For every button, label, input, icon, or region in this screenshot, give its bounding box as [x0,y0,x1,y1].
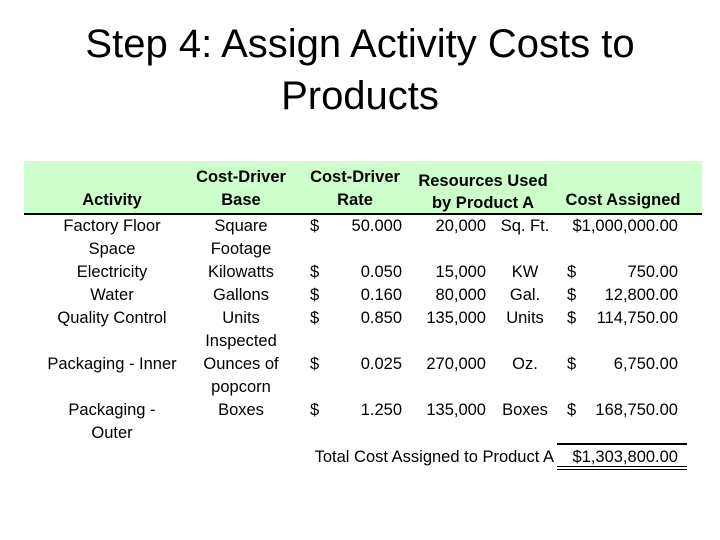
quantity-cell: 135,000 [426,401,486,419]
rate-currency: $ [310,355,320,373]
rate-cell: 1.250 [360,401,402,419]
rate-cell: 0.850 [360,309,402,327]
assigned-currency: $ [567,401,577,419]
total-double-underline-top [557,466,687,467]
quantity-cell: 80,000 [435,286,486,304]
activity-cell: Outer [91,424,133,442]
header-activity: Activity [82,191,142,209]
header-resources-line1: Resources Used [418,172,548,190]
rate-cell: 0.050 [360,263,402,281]
unit-cell: Sq. Ft. [500,217,550,235]
assigned-cell: 6,750.00 [613,355,678,373]
rate-currency: $ [310,286,320,304]
unit-cell: Units [506,309,544,327]
activity-cell: Water [90,286,134,304]
rate-cell: 50.000 [351,217,402,235]
total-top-rule [557,443,687,445]
base-cell: popcorn [211,378,271,396]
assigned-cell: 114,750.00 [596,309,678,327]
activity-cell: Quality Control [57,309,167,327]
assigned-currency: $ [567,286,577,304]
unit-cell: Gal. [509,286,541,304]
assigned-currency: $ [567,263,577,281]
activity-cell: Packaging - [68,401,156,419]
rate-currency: $ [310,401,320,419]
header-base-line2: Base [221,191,261,209]
slide-title-line-1: Step 4: Assign Activity Costs to [85,22,635,66]
base-cell: Square [214,217,268,235]
rate-currency: $ [310,263,320,281]
rate-cell: 0.160 [360,286,402,304]
assigned-cell: 750.00 [627,263,678,281]
total-double-underline-bottom [557,469,687,470]
quantity-cell: 270,000 [426,355,486,373]
slide-title: Step 4: Assign Activity Costs to Product… [0,18,720,122]
rate-currency: $ [310,309,320,327]
base-cell: Units [222,309,260,327]
activity-cell: Factory Floor [63,217,161,235]
assigned-cell: 12,800.00 [604,286,678,304]
base-cell: Boxes [218,401,264,419]
base-cell: Inspected [205,332,277,350]
base-cell: Ounces of [203,355,279,373]
assigned-currency: $ [567,355,577,373]
header-rate-line1: Cost-Driver [310,168,400,186]
base-cell: Kilowatts [207,263,275,281]
base-cell: Gallons [213,286,269,304]
assigned-currency: $ [567,309,577,327]
unit-cell: Oz. [512,355,538,373]
rate-cell: 0.025 [360,355,402,373]
activity-cell: Packaging - Inner [47,355,177,373]
header-base-line1: Cost-Driver [196,168,286,186]
quantity-cell: 15,000 [435,263,486,281]
slide-title-line-2: Products [281,74,439,118]
total-label: Total Cost Assigned to Product A [314,448,554,466]
assigned-cell: $1,000,000.00 [572,217,678,235]
unit-cell: Boxes [502,401,548,419]
activity-cell: Electricity [76,263,148,281]
assigned-cell: 168,750.00 [595,401,678,419]
header-resources-line2: by Product A [431,194,535,212]
header-rate-line2: Rate [337,191,373,209]
header-cost-assigned: Cost Assigned [565,191,681,209]
quantity-cell: 20,000 [435,217,486,235]
rate-currency: $ [310,217,320,235]
activity-cell: Space [88,240,136,258]
quantity-cell: 135,000 [426,309,486,327]
base-cell: Footage [210,240,272,258]
unit-cell: KW [511,263,539,281]
